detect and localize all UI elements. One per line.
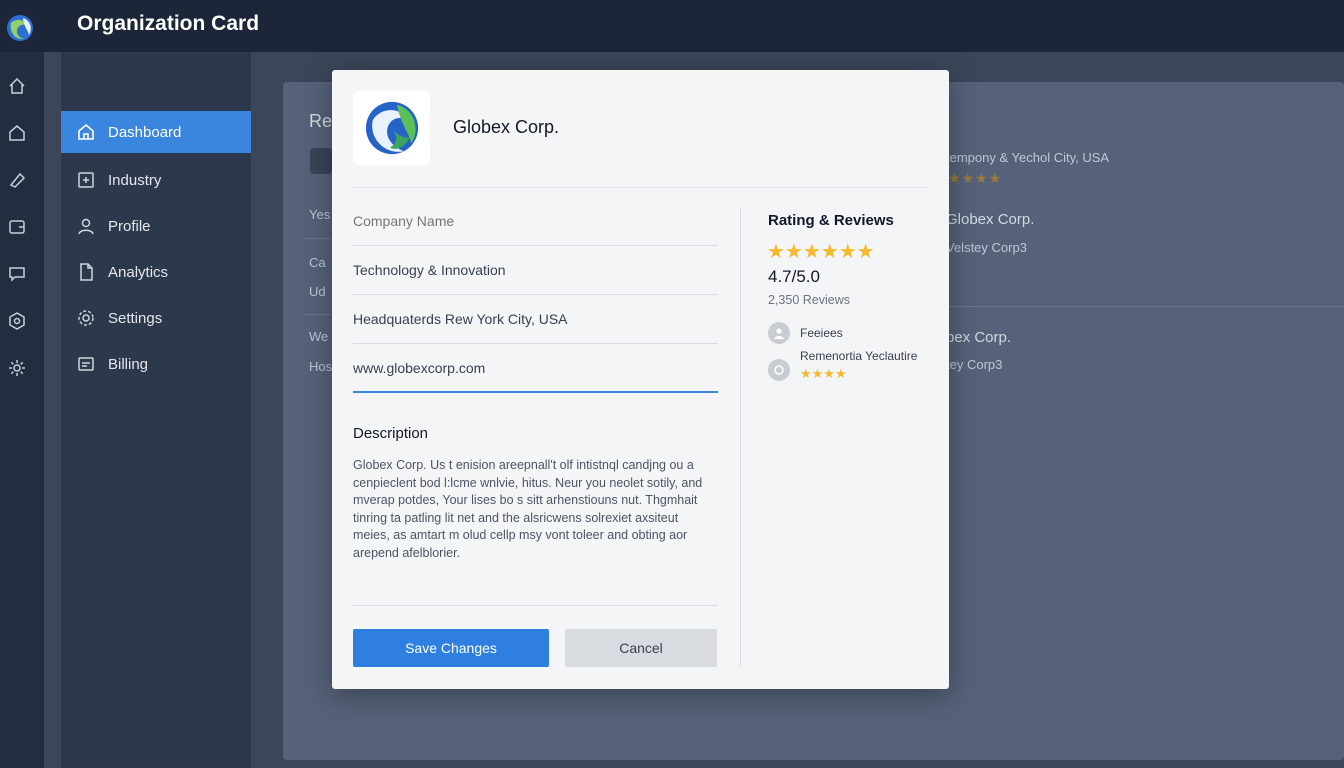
background-divider <box>949 306 1344 307</box>
sidebar-item-label: Analytics <box>108 263 169 281</box>
org-name: Globex Corp. <box>453 117 560 137</box>
gear-icon <box>76 308 96 328</box>
top-bar: Organization Card <box>0 0 1344 52</box>
company-name-input[interactable] <box>353 209 713 233</box>
reviewer-name: Feeiees <box>800 326 843 340</box>
headquarters-input[interactable] <box>353 307 713 331</box>
globe-logo-icon <box>365 101 418 155</box>
plus-square-icon <box>76 170 96 190</box>
organization-card-modal: Globex Corp. Description Globex Corp. Us… <box>332 70 949 689</box>
header-divider <box>353 187 927 188</box>
rating-title: Rating & Reviews <box>768 212 894 229</box>
background-label: Ca <box>309 255 326 270</box>
background-location: tempony & Yechol City, USA <box>946 150 1110 165</box>
industry-field[interactable] <box>353 246 718 295</box>
review-stars: ★★★★ <box>800 366 847 381</box>
background-divider <box>305 314 331 315</box>
sidebar-item-settings[interactable]: Settings <box>61 297 251 339</box>
reviewer-icon <box>774 365 784 375</box>
globe-logo-icon[interactable] <box>6 14 34 42</box>
org-logo <box>353 91 430 165</box>
sidebar-item-analytics[interactable]: Analytics <box>61 251 251 293</box>
sidebar-item-profile[interactable]: Profile <box>61 205 251 247</box>
shield-gear-icon[interactable] <box>7 311 27 331</box>
review-count[interactable]: 2,350 Reviews <box>768 293 850 307</box>
description-divider <box>353 605 718 606</box>
background-label: Yes <box>309 207 331 222</box>
website-input[interactable] <box>353 356 713 380</box>
card-icon <box>76 354 96 374</box>
user-icon <box>76 216 96 236</box>
home-icon <box>76 122 96 142</box>
headquarters-field[interactable] <box>353 295 718 344</box>
background-company: bex Corp. <box>946 329 1012 346</box>
reviewer-name: Remenortia Yeclautire <box>800 349 918 363</box>
background-label: Hos <box>309 359 333 374</box>
background-divider <box>305 238 331 239</box>
sidebar-item-industry[interactable]: Industry <box>61 159 251 201</box>
background-company-sub: tey Corp3 <box>946 357 1003 372</box>
tag-icon[interactable] <box>7 170 27 190</box>
description-label: Description <box>353 425 429 442</box>
rating-score: 4.7/5.0 <box>768 267 820 286</box>
user-icon <box>774 328 784 339</box>
gear-icon[interactable] <box>7 358 27 378</box>
sidebar-item-label: Billing <box>108 355 149 373</box>
app-title: Organization Card <box>77 12 260 35</box>
icon-rail <box>0 52 44 768</box>
sidebar-item-label: Profile <box>108 217 151 235</box>
sidebar-item-billing[interactable]: Billing <box>61 343 251 385</box>
save-changes-button[interactable]: Save Changes <box>353 629 549 667</box>
background-label: We <box>309 329 329 344</box>
industry-input[interactable] <box>353 258 713 282</box>
review-item[interactable]: Feeiees <box>768 322 843 344</box>
sidebar-item-label: Dashboard <box>108 123 182 141</box>
sidebar-item-label: Settings <box>108 309 163 327</box>
sidebar-item-label: Industry <box>108 171 162 189</box>
document-icon <box>76 262 96 282</box>
wallet-icon[interactable] <box>7 217 27 237</box>
background-company: Globex Corp. <box>946 211 1035 228</box>
description-text[interactable]: Globex Corp. Us t enision areepnall't ol… <box>353 457 715 562</box>
background-stars: ★★★★ <box>948 170 1003 186</box>
website-field[interactable] <box>353 344 718 393</box>
background-avatar <box>310 148 332 174</box>
house-icon[interactable] <box>7 123 27 143</box>
sidebar: Dashboard Industry Profile Analytics Set… <box>61 52 251 768</box>
home-outline-icon[interactable] <box>7 76 27 96</box>
sidebar-item-dashboard[interactable]: Dashboard <box>61 111 251 153</box>
background-company-sub: Velstey Corp3 <box>946 240 1027 255</box>
avatar <box>768 322 790 344</box>
review-item[interactable]: Remenortia Yeclautire ★★★★ <box>768 349 917 382</box>
company-name-field[interactable] <box>353 197 718 246</box>
chat-icon[interactable] <box>7 264 27 284</box>
vertical-divider <box>740 208 741 668</box>
avatar <box>768 359 790 381</box>
background-label: Ud <box>309 284 326 299</box>
cancel-button[interactable]: Cancel <box>565 629 717 667</box>
background-heading: Re <box>309 111 333 131</box>
rating-stars: ★★★★★★ <box>767 241 875 263</box>
